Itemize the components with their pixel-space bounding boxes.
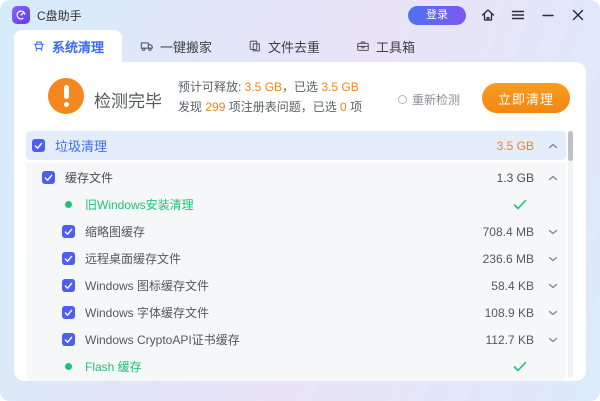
app-logo-gauge-icon (12, 6, 30, 24)
content-panel: 检测完毕 预计可释放: 3.5 GB，已选 3.5 GB 发现 299 项注册表… (14, 62, 586, 381)
close-icon[interactable] (570, 7, 586, 23)
tab-system-clean[interactable]: 系统清理 (14, 30, 122, 62)
tab-label: 系统清理 (52, 37, 104, 56)
scrollbar-track[interactable] (568, 131, 573, 378)
scan-summary: 检测完毕 预计可释放: 3.5 GB，已选 3.5 GB 发现 299 项注册表… (14, 62, 586, 131)
item-label: 远程桌面缓存文件 (85, 250, 181, 267)
cleanup-list: 垃圾清理 3.5 GB 缓存文件 1.3 GB (26, 131, 566, 381)
chevron-down-icon[interactable] (548, 336, 558, 344)
title-bar: C盘助手 登录 (0, 0, 600, 30)
group-checkbox[interactable] (32, 139, 45, 152)
tab-label: 一键搬家 (160, 37, 212, 56)
cache-item-row: Windows 字体缓存文件 108.9 KB (26, 299, 566, 326)
group-label: 垃圾清理 (55, 136, 107, 155)
chevron-down-icon[interactable] (548, 282, 558, 290)
item-size: 236.6 MB (483, 252, 534, 266)
chevron-down-icon[interactable] (548, 255, 558, 263)
item-size: 112.7 KB (486, 333, 534, 347)
window-title: C盘助手 (37, 7, 82, 24)
group-size: 3.5 GB (497, 139, 534, 153)
item-size: 108.9 KB (485, 306, 534, 320)
minimize-icon[interactable] (540, 7, 556, 23)
item-checkbox[interactable] (62, 252, 75, 265)
item-label: Flash 缓存 (85, 358, 142, 375)
success-check-icon (513, 199, 527, 210)
green-dot-icon (62, 363, 75, 370)
cache-subpanel: 缓存文件 1.3 GB 旧Windows安装清理 缩略图缓存 708.4 MB (26, 163, 566, 381)
subgroup-label: 缓存文件 (65, 169, 113, 186)
selected-size: 3.5 GB (321, 80, 358, 94)
login-button[interactable]: 登录 (408, 6, 466, 25)
chevron-up-icon[interactable] (548, 174, 558, 182)
item-label: 旧Windows安装清理 (85, 196, 194, 213)
dedup-icon (248, 39, 262, 53)
recheck-label: 重新检测 (412, 91, 460, 108)
tab-label: 工具箱 (376, 37, 415, 56)
cache-item-row: 缩略图缓存 708.4 MB (26, 218, 566, 245)
stats-line-release: 预计可释放: 3.5 GB，已选 3.5 GB (178, 77, 362, 97)
cache-item-row: 旧Windows安装清理 (26, 191, 566, 218)
subgroup-checkbox[interactable] (42, 171, 55, 184)
clean-icon (32, 39, 46, 53)
tab-bar: 系统清理 一键搬家 文件去重 (0, 30, 600, 62)
item-size: 708.4 MB (483, 225, 534, 239)
chevron-up-icon[interactable] (548, 142, 558, 150)
recheck-button[interactable]: 重新检测 (398, 91, 460, 108)
truck-icon (140, 39, 154, 53)
home-icon[interactable] (480, 7, 496, 23)
tab-one-key-move[interactable]: 一键搬家 (122, 30, 230, 62)
chevron-down-icon[interactable] (548, 309, 558, 317)
tab-toolbox[interactable]: 工具箱 (338, 30, 433, 62)
cache-item-row: Flash 缓存 (26, 353, 566, 380)
item-checkbox[interactable] (62, 333, 75, 346)
stats-line-registry: 发现 299 项注册表问题，已选 0 项 (178, 97, 362, 117)
warning-exclamation-icon (48, 78, 84, 114)
app-window: C盘助手 登录 (0, 0, 600, 401)
clean-now-button[interactable]: 立即清理 (482, 83, 570, 113)
item-label: Windows 图标缓存文件 (85, 277, 209, 294)
scan-status: 检测完毕 (94, 87, 162, 112)
item-checkbox[interactable] (62, 306, 75, 319)
item-label: Windows 字体缓存文件 (85, 304, 209, 321)
toolbox-icon (356, 39, 370, 53)
item-label: 缩略图缓存 (85, 223, 145, 240)
item-size: 58.4 KB (491, 279, 534, 293)
item-checkbox[interactable] (62, 279, 75, 292)
group-row-junk-clean[interactable]: 垃圾清理 3.5 GB (26, 131, 566, 160)
cache-item-row: Windows 图标缓存文件 58.4 KB (26, 272, 566, 299)
registry-selected: 0 (340, 100, 347, 114)
chevron-down-icon[interactable] (548, 228, 558, 236)
tab-file-dedup[interactable]: 文件去重 (230, 30, 338, 62)
subgroup-row-cache-files[interactable]: 缓存文件 1.3 GB (26, 164, 566, 191)
cache-item-row: Windows CryptoAPI证书缓存 112.7 KB (26, 326, 566, 353)
release-size: 3.5 GB (245, 80, 282, 94)
cache-item-row: 远程桌面缓存文件 236.6 MB (26, 245, 566, 272)
menu-icon[interactable] (510, 7, 526, 23)
green-dot-icon (62, 201, 75, 208)
item-checkbox[interactable] (62, 225, 75, 238)
tab-label: 文件去重 (268, 37, 320, 56)
scan-stats: 预计可释放: 3.5 GB，已选 3.5 GB 发现 299 项注册表问题，已选… (178, 77, 362, 117)
subgroup-size: 1.3 GB (497, 171, 534, 185)
recheck-radio-icon (398, 95, 407, 104)
registry-count: 299 (205, 100, 225, 114)
scrollbar-thumb[interactable] (568, 131, 573, 161)
item-label: Windows CryptoAPI证书缓存 (85, 331, 240, 348)
success-check-icon (513, 361, 527, 372)
